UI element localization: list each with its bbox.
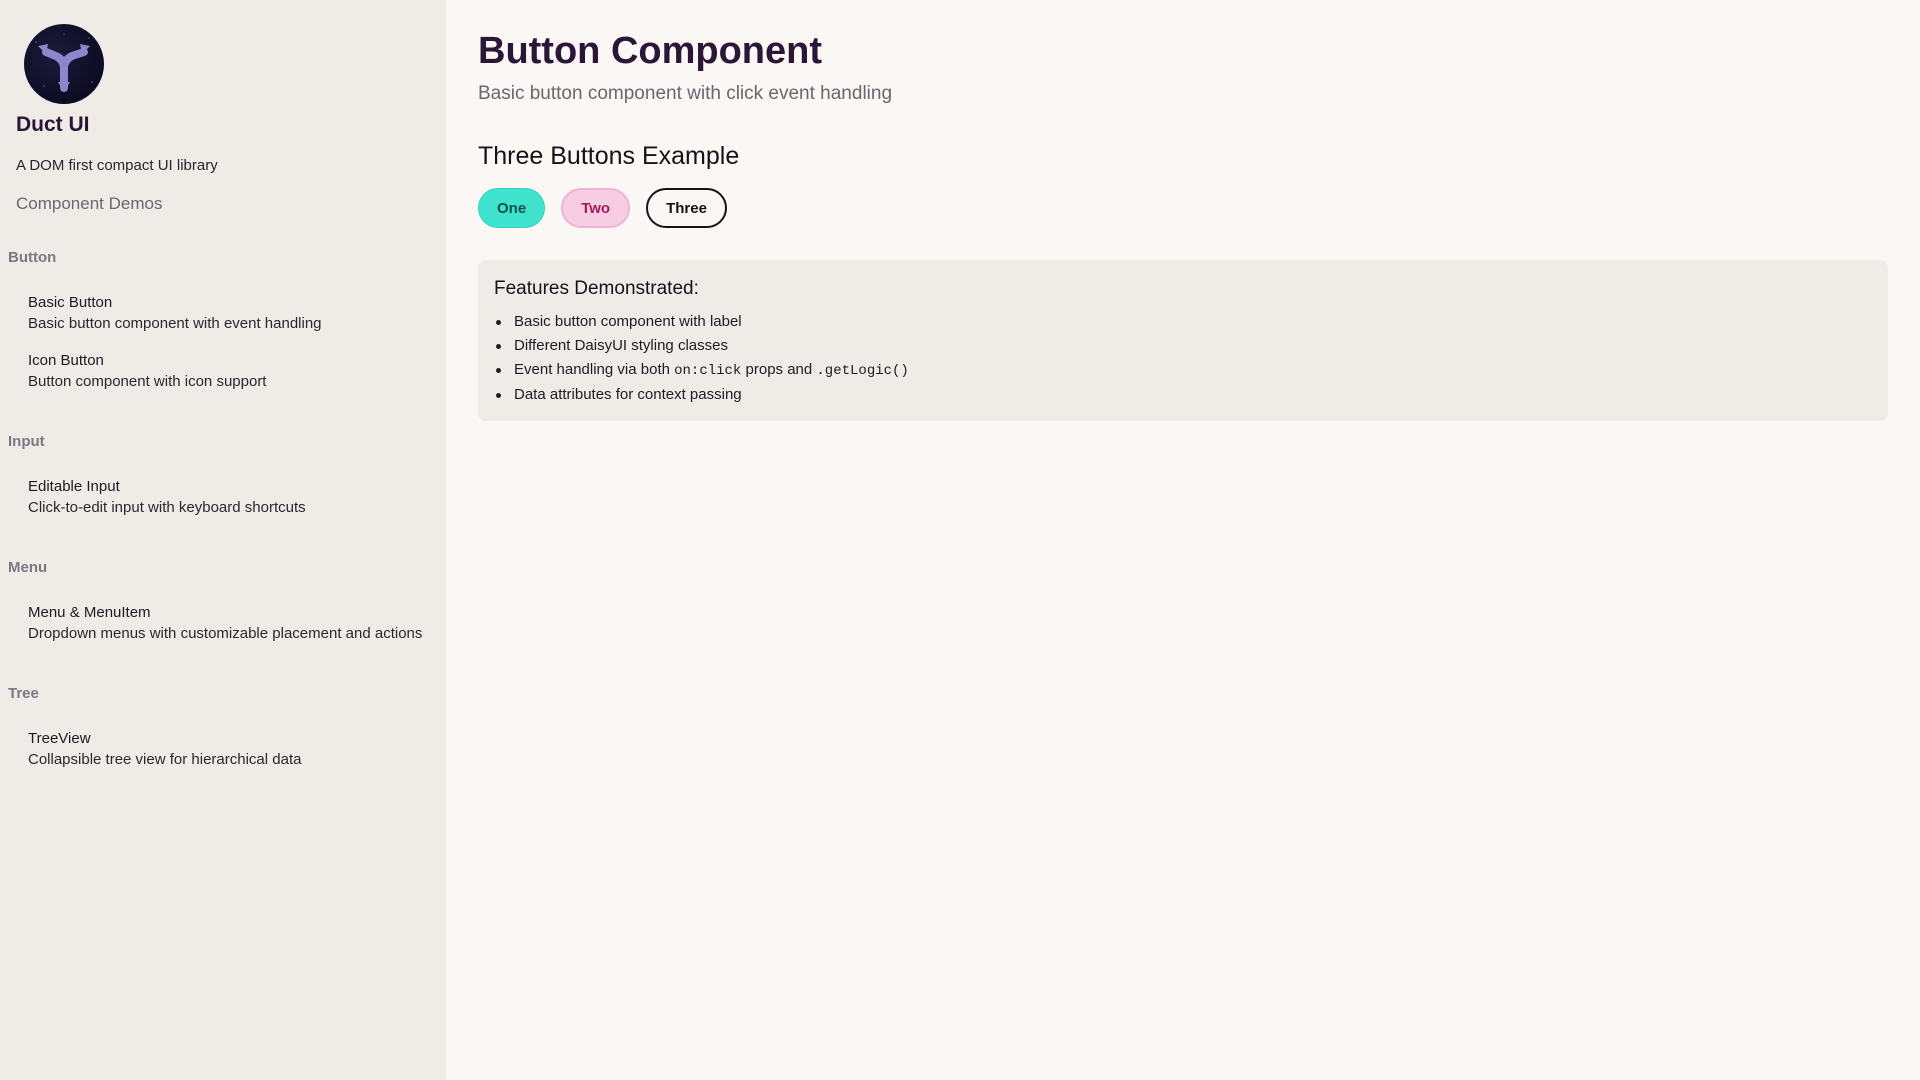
list-item: Basic button component with label (494, 310, 1872, 334)
component-demos-link[interactable]: Component Demos (16, 194, 162, 214)
feature-text: props and (741, 361, 817, 378)
sidebar: Duct UI A DOM first compact UI library C… (0, 0, 446, 1080)
nav-item-title: Menu & MenuItem (28, 604, 151, 621)
nav-group-heading-input: Input (8, 433, 45, 450)
three-button[interactable]: Three (646, 188, 727, 228)
two-button[interactable]: Two (561, 188, 631, 228)
nav-group-heading-menu: Menu (8, 559, 48, 576)
nav-item-title: Icon Button (28, 352, 104, 369)
split-arrows-icon (24, 24, 104, 104)
code-on-click: on:click (674, 363, 742, 379)
app: Duct UI A DOM first compact UI library C… (0, 0, 1920, 1080)
sidebar-item-basic-button[interactable]: Basic Button Basic button component with… (28, 293, 428, 335)
button-row: One Two Three (478, 188, 727, 228)
sidebar-item-editable-input[interactable]: Editable Input Click-to-edit input with … (28, 477, 428, 519)
nav-group-heading-button: Button (8, 249, 57, 266)
sidebar-item-icon-button[interactable]: Icon Button Button component with icon s… (28, 351, 428, 393)
sidebar-item-menu[interactable]: Menu & MenuItem Dropdown menus with cust… (28, 603, 428, 645)
list-item: Data attributes for context passing (494, 383, 1872, 407)
main-content: Button Component Basic button component … (446, 0, 1920, 1080)
brand-title: Duct UI (16, 113, 90, 136)
one-button[interactable]: One (478, 188, 546, 228)
feature-text: Event handling via both (514, 361, 675, 378)
nav-item-title: TreeView (28, 730, 91, 747)
nav-item-desc: Basic button component with event handli… (28, 315, 322, 332)
nav-item-title: Editable Input (28, 478, 120, 495)
page-subtitle: Basic button component with click event … (478, 83, 893, 104)
sidebar-item-treeview[interactable]: TreeView Collapsible tree view for hiera… (28, 729, 428, 771)
list-item: Event handling via both on:click props a… (494, 358, 1872, 383)
features-panel: Features Demonstrated: Basic button comp… (478, 260, 1888, 421)
section-title: Three Buttons Example (478, 142, 740, 170)
features-list: Basic button component with label Differ… (494, 310, 1872, 407)
nav-item-desc: Button component with icon support (28, 373, 267, 390)
code-get-logic: .getLogic() (816, 363, 909, 379)
nav-item-desc: Collapsible tree view for hierarchical d… (28, 751, 302, 768)
nav-item-title: Basic Button (28, 294, 113, 311)
nav-item-desc: Dropdown menus with customizable placeme… (28, 625, 423, 642)
page-title: Button Component (478, 30, 823, 72)
list-item: Different DaisyUI styling classes (494, 334, 1872, 358)
brand-tagline: A DOM first compact UI library (16, 157, 218, 174)
nav-item-desc: Click-to-edit input with keyboard shortc… (28, 499, 306, 516)
features-title: Features Demonstrated: (494, 278, 699, 299)
nav-group-heading-tree: Tree (8, 685, 39, 702)
